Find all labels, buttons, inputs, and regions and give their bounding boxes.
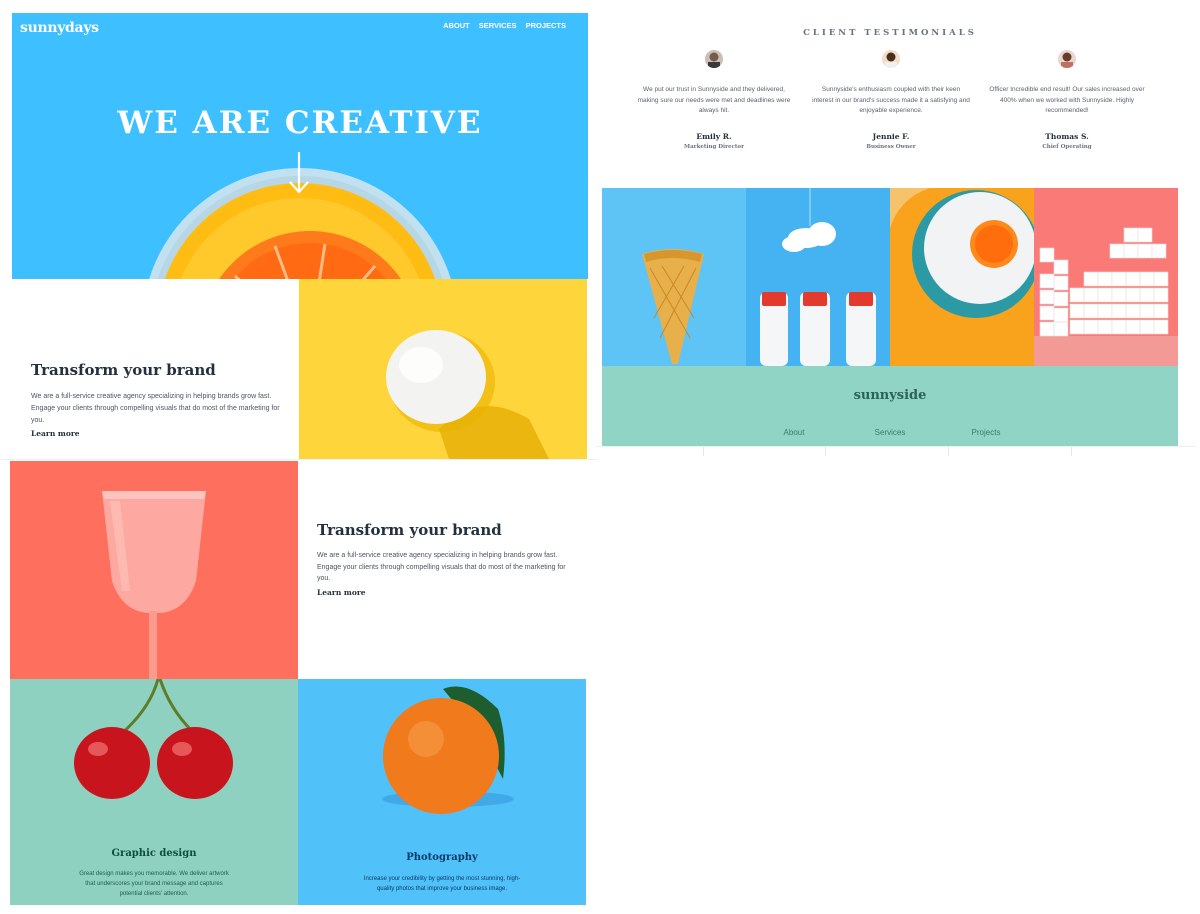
footer-logo[interactable]: sunnyside: [602, 388, 1178, 403]
photography-card: Photography Increase your credibility by…: [298, 679, 586, 905]
testimonial-role: Marketing Director: [684, 144, 744, 150]
testimonial-name: Jennie F.: [872, 132, 910, 141]
main-nav: ABOUT SERVICES PROJECTS: [443, 21, 566, 30]
divider: [0, 459, 598, 460]
footer-nav-about[interactable]: About: [746, 428, 842, 437]
nav-about[interactable]: ABOUT: [443, 21, 470, 30]
divider-tick: [1071, 447, 1072, 456]
avatar: [882, 50, 900, 68]
graphic-design-card: Graphic design Great design makes you me…: [10, 679, 298, 905]
nav-services[interactable]: SERVICES: [479, 21, 517, 30]
orange-image: [382, 686, 514, 814]
testimonial-quote: We put our trust in Sunnyside and they d…: [637, 86, 791, 114]
divider-tick: [703, 447, 704, 456]
graphic-design-title: Graphic design: [111, 848, 197, 859]
arrow-down-icon[interactable]: [286, 150, 312, 196]
hero-section: sunnydays ABOUT SERVICES PROJECTS WE ARE…: [12, 13, 588, 279]
hero-title: WE ARE CREATIVE: [117, 105, 483, 141]
section-one-text: We are a full-service creative agency sp…: [31, 393, 280, 424]
graphic-design-text: Great design makes you memorable. We del…: [79, 871, 229, 897]
section-two-learn-more-link[interactable]: Learn more: [317, 588, 366, 597]
testimonial-card: Sunnyside's enthusiasm coupled with thei…: [811, 50, 971, 150]
divider-tick: [825, 447, 826, 456]
testimonial-card: We put our trust in Sunnyside and they d…: [634, 50, 794, 150]
avatar: [705, 50, 723, 68]
gallery-image-milk: [746, 188, 890, 366]
divider-tick: [948, 447, 949, 456]
egg-image: [299, 279, 587, 459]
gallery-image-sugar-cubes: [1034, 188, 1178, 366]
gallery-image-orange-plate: [890, 188, 1034, 366]
photography-text: Increase your credibility by getting the…: [363, 876, 521, 892]
section-two-text: We are a full-service creative agency sp…: [317, 552, 566, 582]
divider: [596, 446, 1196, 447]
testimonial-quote: Officer Incredible end result! Our sales…: [989, 86, 1145, 114]
testimonial-name: Emily R.: [696, 132, 732, 141]
testimonial-card: Officer Incredible end result! Our sales…: [987, 50, 1147, 150]
footer: sunnyside About Services Projects: [602, 366, 1178, 446]
section-one-title: Transform your brand: [31, 361, 216, 379]
footer-nav: About Services Projects: [602, 428, 1178, 437]
testimonial-role: Chief Operating: [1042, 144, 1092, 150]
footer-nav-projects[interactable]: Projects: [938, 428, 1034, 437]
photography-title: Photography: [406, 852, 478, 863]
testimonial-quote: Sunnyside's enthusiasm coupled with thei…: [812, 86, 970, 114]
testimonial-role: Business Owner: [866, 144, 916, 150]
testimonial-name: Thomas S.: [1045, 132, 1089, 141]
section-two-title: Transform your brand: [317, 521, 502, 539]
glass-image: [10, 461, 298, 679]
testimonials-heading: CLIENT TESTIMONIALS: [803, 28, 977, 38]
footer-nav-services[interactable]: Services: [842, 428, 938, 437]
site-logo[interactable]: sunnydays: [20, 20, 99, 36]
gallery-image-cone: [602, 188, 746, 366]
avatar: [1058, 50, 1076, 68]
nav-projects[interactable]: PROJECTS: [526, 21, 566, 30]
section-one-learn-more-link[interactable]: Learn more: [31, 429, 80, 438]
